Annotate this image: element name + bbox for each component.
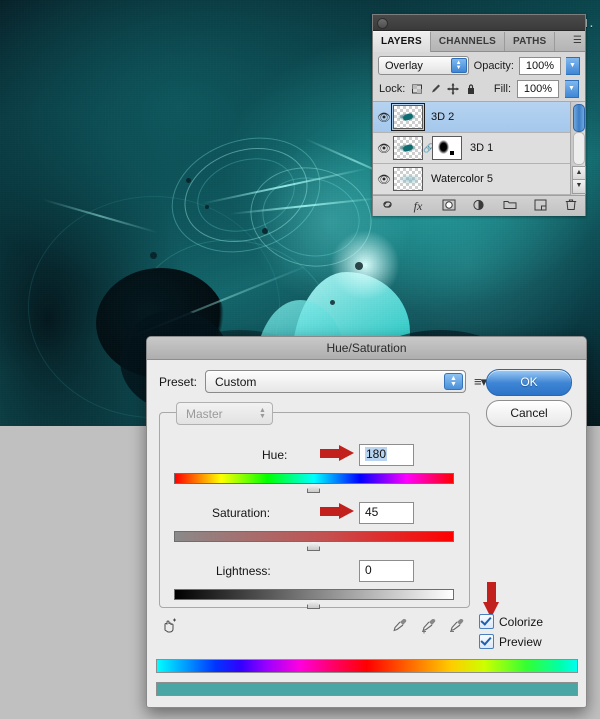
layers-scrollbar[interactable]: ▲ ▼ — [570, 102, 585, 195]
preview-label: Preview — [499, 635, 542, 649]
layer-name[interactable]: 3D 2 — [423, 111, 454, 123]
saturation-field[interactable]: 45 — [359, 502, 414, 524]
lock-label: Lock: — [379, 83, 405, 95]
panel-menu-icon[interactable]: ☰ — [573, 35, 581, 46]
adjustment-group: Master ▲▼ — [159, 412, 470, 608]
add-mask-icon[interactable] — [441, 199, 456, 214]
channel-value: Master — [186, 407, 223, 421]
tab-paths[interactable]: PATHS — [505, 32, 555, 51]
red-arrow-colorize — [483, 582, 500, 618]
panel-close-icon[interactable] — [377, 18, 388, 29]
link-layers-icon[interactable] — [380, 199, 395, 213]
colorize-label: Colorize — [499, 615, 543, 629]
layer-visibility-icon[interactable]: 👁 — [375, 142, 393, 155]
blend-mode-select[interactable]: Overlay ▲▼ — [378, 56, 469, 75]
preset-label: Preset: — [159, 375, 197, 389]
saturation-slider-track[interactable] — [174, 531, 454, 542]
fill-stepper-icon[interactable]: ▼ — [565, 80, 579, 98]
layers-list[interactable]: 👁 3D 2 👁 🔗 3D 1 👁 Watercolor 5 — [373, 102, 585, 195]
adjustment-layer-icon[interactable] — [472, 199, 487, 214]
tab-layers[interactable]: LAYERS — [373, 31, 431, 52]
layers-panel-footer[interactable]: fx — [373, 195, 585, 216]
lightness-label: Lightness: — [216, 564, 271, 578]
hue-field[interactable]: 180 — [359, 444, 414, 466]
eyedropper-subtract-icon[interactable] — [448, 617, 464, 633]
mask-link-icon[interactable]: 🔗 — [423, 143, 432, 154]
layer-name[interactable]: Watercolor 5 — [423, 173, 493, 185]
layer-style-fx-icon[interactable]: fx — [411, 199, 426, 214]
hue-saturation-dialog[interactable]: Hue/Saturation Preset: Custom ▲▼ ≡▾ OK C… — [146, 336, 587, 708]
lightness-field[interactable]: 0 — [359, 560, 414, 582]
channel-select[interactable]: Master ▲▼ — [176, 402, 273, 425]
blend-mode-row[interactable]: Overlay ▲▼ Opacity: 100% ▼ — [373, 52, 585, 78]
scrollbar-thumb[interactable] — [573, 104, 585, 132]
on-image-adjust-icon[interactable] — [161, 618, 177, 637]
layer-thumbnail[interactable] — [393, 105, 423, 129]
new-layer-icon[interactable] — [533, 199, 548, 214]
chevron-updown-icon[interactable]: ▲▼ — [451, 58, 467, 73]
layer-visibility-icon[interactable]: 👁 — [375, 173, 393, 186]
chevron-updown-icon[interactable]: ▲▼ — [256, 406, 269, 421]
preview-checkbox[interactable]: Preview — [479, 634, 542, 649]
lock-row[interactable]: Lock: Fill: 100% ▼ — [373, 78, 585, 102]
opacity-input[interactable]: 100% — [519, 57, 561, 75]
layer-thumbnail[interactable] — [393, 136, 423, 160]
blend-mode-value: Overlay — [385, 60, 423, 72]
all-lock-icon[interactable] — [465, 83, 477, 95]
checkbox-icon[interactable] — [479, 614, 494, 629]
transparency-lock-icon[interactable] — [411, 83, 423, 95]
brush-lock-icon[interactable] — [429, 83, 441, 95]
preset-select[interactable]: Custom ▲▼ — [205, 370, 466, 393]
fill-input[interactable]: 100% — [517, 80, 559, 98]
layer-visibility-icon[interactable]: 👁 — [375, 111, 393, 124]
lightness-slider-track[interactable] — [174, 589, 454, 600]
saturation-label: Saturation: — [212, 506, 270, 520]
colorize-checkbox[interactable]: Colorize — [479, 614, 543, 629]
hue-slider-track[interactable] — [174, 473, 454, 484]
fill-label: Fill: — [494, 83, 511, 95]
table-row[interactable]: 👁 3D 2 — [373, 102, 585, 133]
result-color-bar — [156, 682, 578, 696]
layer-name[interactable]: 3D 1 — [462, 142, 493, 154]
hue-label: Hue: — [262, 448, 287, 462]
red-arrow-hue — [320, 445, 354, 462]
scroll-down-arrow-icon[interactable]: ▼ — [572, 179, 586, 194]
delete-layer-icon[interactable] — [563, 198, 578, 214]
new-group-icon[interactable] — [502, 199, 517, 213]
opacity-stepper-icon[interactable]: ▼ — [566, 57, 580, 75]
layer-thumbnail[interactable] — [393, 167, 423, 191]
hue-value: 180 — [365, 447, 387, 461]
layer-mask-thumbnail[interactable] — [432, 136, 462, 160]
table-row[interactable]: 👁 Watercolor 5 — [373, 164, 585, 195]
layers-panel-tabs[interactable]: LAYERS CHANNELS PATHS ☰ — [373, 31, 585, 52]
dialog-title: Hue/Saturation — [147, 337, 586, 360]
cancel-button[interactable]: Cancel — [486, 400, 572, 427]
tab-channels[interactable]: CHANNELS — [431, 32, 505, 51]
eyedropper-add-icon[interactable] — [420, 617, 436, 633]
chevron-updown-icon[interactable]: ▲▼ — [444, 373, 463, 390]
hue-spectrum-bar — [156, 659, 578, 673]
move-lock-icon[interactable] — [447, 83, 459, 95]
preset-value: Custom — [215, 375, 256, 389]
scrollbar-track[interactable] — [573, 132, 585, 165]
table-row[interactable]: 👁 🔗 3D 1 — [373, 133, 585, 164]
checkbox-icon[interactable] — [479, 634, 494, 649]
preset-options-icon[interactable]: ≡▾ — [474, 374, 486, 390]
eyedropper-icon[interactable] — [392, 617, 408, 633]
red-arrow-saturation — [320, 503, 354, 520]
ok-button[interactable]: OK — [486, 369, 572, 396]
opacity-label: Opacity: — [474, 60, 514, 72]
layers-panel[interactable]: LAYERS CHANNELS PATHS ☰ Overlay ▲▼ Opaci… — [372, 14, 586, 216]
layers-panel-titlebar[interactable] — [373, 15, 585, 31]
